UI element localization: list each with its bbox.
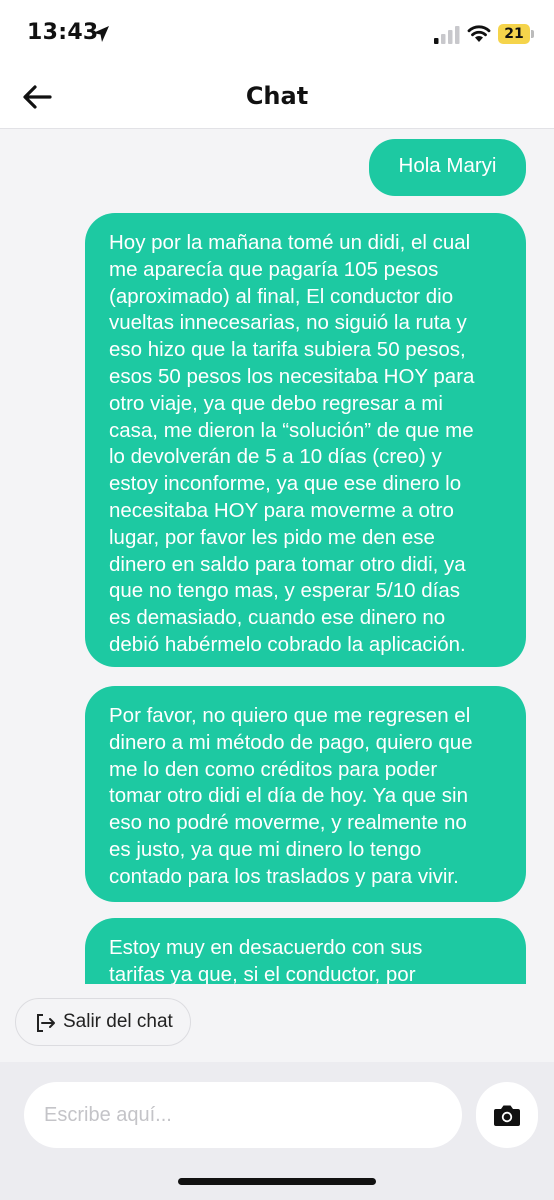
status-bar: 13:43 21	[0, 0, 554, 66]
message-bubble-outgoing: Estoy muy en desacuerdo con sus tarifas …	[85, 918, 526, 984]
message-input[interactable]	[24, 1082, 462, 1148]
message-bubble-outgoing: Por favor, no quiero que me regresen el …	[85, 686, 526, 902]
exit-chat-button[interactable]: Salir del chat	[15, 998, 191, 1046]
location-arrow-icon	[93, 26, 109, 42]
status-time: 13:43	[27, 20, 99, 45]
message-bubble-outgoing: Hola Maryi	[369, 139, 526, 196]
battery-tip	[531, 30, 534, 38]
home-indicator	[178, 1178, 376, 1185]
cellular-signal-icon	[434, 26, 460, 44]
message-bubble-outgoing: Hoy por la mañana tomé un didi, el cual …	[85, 213, 526, 667]
battery-indicator: 21	[498, 24, 530, 44]
wifi-icon	[467, 25, 491, 42]
message-list[interactable]: Hola Maryi Hoy por la mañana tomé un did…	[0, 129, 554, 984]
page-title: Chat	[245, 82, 309, 110]
exit-icon	[37, 1014, 55, 1032]
camera-button[interactable]	[476, 1082, 538, 1148]
exit-chat-label: Salir del chat	[63, 1011, 173, 1032]
camera-icon	[494, 1105, 520, 1126]
nav-header: Chat	[0, 66, 554, 129]
chat-screen: 13:43 21 Chat Hola Maryi Hoy por la maña…	[0, 0, 554, 1200]
